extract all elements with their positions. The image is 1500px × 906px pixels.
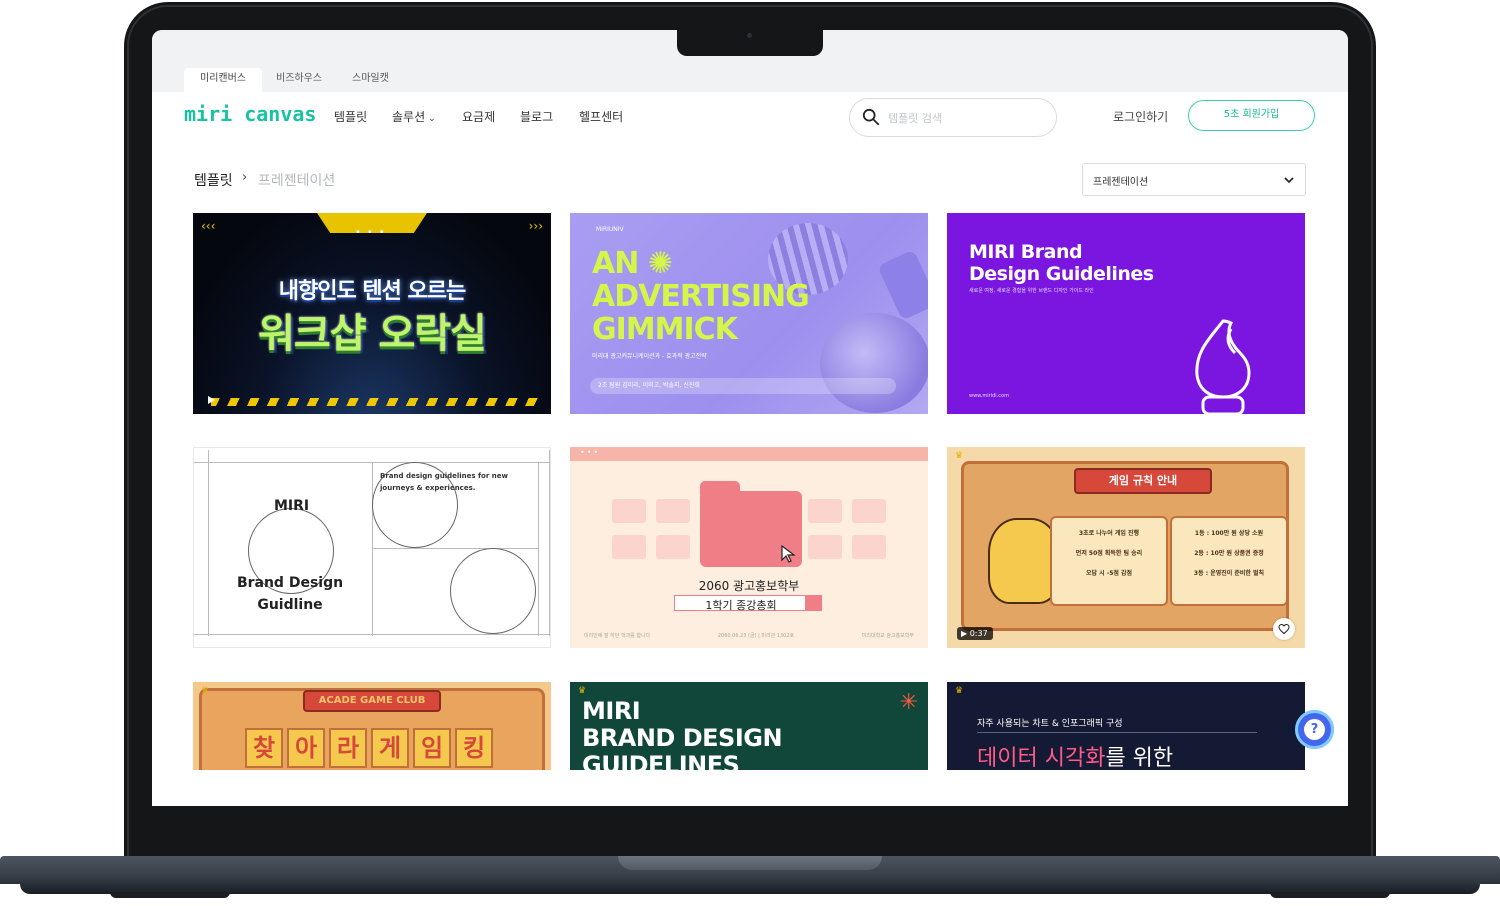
login-link[interactable]: 로그인하기	[1113, 108, 1168, 125]
breadcrumb-current: 프레젠테이션	[258, 173, 336, 189]
template-card-brand-design[interactable]: MIRI Brand Design Guidline Brand design g…	[193, 447, 551, 648]
template-search[interactable]	[849, 98, 1057, 137]
card-title: MIRI Brand Design Guidelines	[969, 241, 1154, 285]
site-tab-smilecat[interactable]: 스마일캣	[336, 68, 405, 92]
browser-screen: 미리캔버스 비즈하우스 스마일캣 miri canvas 템플릿 솔루션 ⌄ 요금…	[152, 30, 1348, 806]
video-duration-badge: ▶ 0:37	[957, 627, 993, 640]
crown-icon: ♛	[955, 451, 964, 461]
miricanvas-logo[interactable]: miri canvas	[184, 102, 316, 126]
chevron-down-icon: ⌄	[428, 114, 436, 124]
template-card-game-rules[interactable]: ♛ 게임 규칙 안내 3초로 나누어 게임 진행 먼저 50점 획득한 팀 승리 오…	[947, 447, 1305, 648]
favorite-button[interactable]	[1273, 618, 1295, 640]
play-icon	[208, 396, 215, 404]
nav-item-solutions-label: 솔루션	[392, 110, 426, 124]
category-select[interactable]: 프레젠테이션	[1082, 163, 1306, 196]
nav-item-help-center[interactable]: 헬프센터	[579, 108, 623, 125]
crown-icon: ♛	[201, 686, 210, 696]
template-card-brand-guidelines[interactable]: MIRI Brand Design Guidelines 새로운 여정, 새로운 …	[947, 213, 1305, 414]
signup-button[interactable]: 5초 회원가입	[1188, 100, 1315, 131]
nav-item-blog[interactable]: 블로그	[520, 108, 553, 125]
nav-item-templates[interactable]: 템플릿	[334, 108, 367, 125]
asterisk-icon: ✳	[899, 690, 918, 715]
crown-icon: ♛	[578, 686, 587, 696]
help-chat-button[interactable]: ?	[1295, 710, 1334, 749]
card-title-line2: 워크샵 오락실	[258, 311, 487, 357]
breadcrumb-root[interactable]: 템플릿	[194, 170, 233, 190]
cursor-icon	[781, 545, 796, 563]
heart-icon	[1278, 623, 1290, 635]
breadcrumb-separator: ›	[242, 170, 248, 185]
main-nav: miri canvas 템플릿 솔루션⌄ 요금제 블로그 헬프센터 로그인하기 …	[152, 92, 1348, 144]
brush-icon	[1195, 319, 1251, 414]
template-card-arcade-game[interactable]: ♛ ACADE GAME CLUB 찾아라게임킹	[193, 682, 551, 770]
template-card-miri-brand[interactable]: ♛ ✳ MIRI BRAND DESIGN GUIDELINES	[570, 682, 928, 770]
template-card-general-meeting[interactable]: ••• 2060 광고홍보학부 1학기 종강총회 미리안에 잘 하던 학과를 합…	[570, 447, 928, 648]
template-card-workshop[interactable]: ••• ‹‹‹ ››› 내향인도 텐션 오르는 워크샵 오락실	[193, 213, 551, 414]
crown-icon: ♛	[955, 686, 964, 696]
laptop-base	[0, 856, 1500, 898]
search-icon	[862, 108, 880, 126]
search-input[interactable]	[888, 108, 1048, 128]
site-tab-miricanvas[interactable]: 미리캔버스	[184, 68, 262, 92]
chevron-down-icon	[1284, 177, 1294, 184]
template-card-advertising[interactable]: MIRIUNIV AN ✺ ADVERTISING GIMMICK 미리대 광고커뮤…	[570, 213, 928, 414]
category-select-value: 프레젠테이션	[1093, 177, 1149, 188]
question-icon: ?	[1304, 719, 1325, 740]
card-title: AN ✺ ADVERTISING GIMMICK	[592, 246, 810, 347]
nav-item-pricing[interactable]: 요금제	[462, 108, 495, 125]
template-card-data-visualization[interactable]: ♛ 자주 사용되는 차트 & 인포그래픽 구성 데이터 시각화를 위한	[947, 682, 1305, 770]
site-tab-bizhouse[interactable]: 비즈하우스	[260, 68, 338, 92]
camera-notch	[677, 30, 823, 56]
nav-item-solutions[interactable]: 솔루션 ⌄	[392, 108, 436, 125]
